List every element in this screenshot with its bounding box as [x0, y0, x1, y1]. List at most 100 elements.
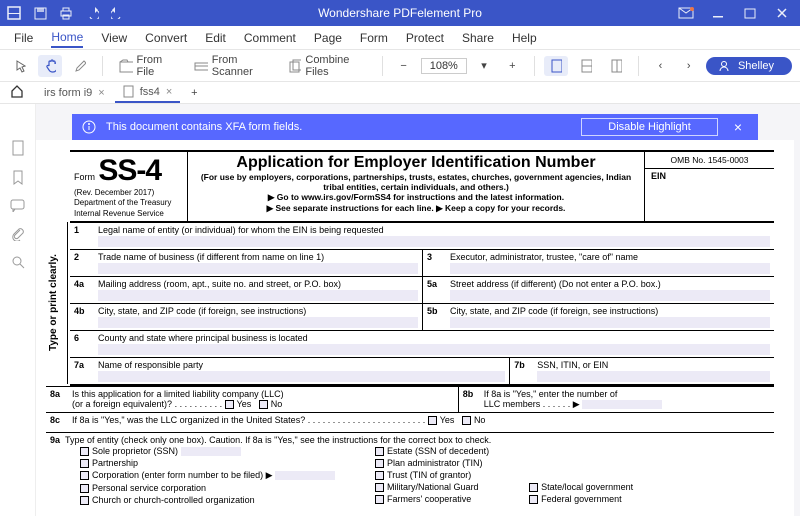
thumbnails-icon[interactable]	[11, 140, 25, 156]
line8a-text2: (or a foreign equivalent)?	[72, 399, 172, 409]
notice-close-icon[interactable]: ×	[728, 119, 748, 135]
entity-col-right: State/local government Federal governmen…	[529, 445, 633, 507]
checkbox-8c-yes[interactable]	[428, 416, 437, 425]
attachment-icon[interactable]	[11, 226, 24, 241]
menu-page[interactable]: Page	[314, 29, 342, 47]
redo-icon[interactable]	[108, 3, 128, 23]
separator	[638, 56, 639, 76]
line8b-text2: LLC members	[484, 399, 541, 409]
tab-label: fss4	[140, 86, 160, 98]
line5b-field[interactable]	[450, 317, 770, 328]
select-tool-icon[interactable]	[8, 56, 32, 76]
edit-tool-icon[interactable]	[68, 56, 92, 76]
chk-federal[interactable]	[529, 495, 538, 504]
close-icon[interactable]	[768, 3, 796, 23]
line7b-field[interactable]	[537, 371, 770, 382]
menu-view[interactable]: View	[101, 29, 127, 47]
line7a-field[interactable]	[98, 371, 505, 382]
from-file-button[interactable]: From File	[113, 51, 182, 81]
menu-share[interactable]: Share	[462, 29, 494, 47]
field-sole-ssn[interactable]	[181, 447, 241, 456]
form-dept2: Internal Revenue Service	[74, 210, 183, 219]
line4b-label: City, state, and ZIP code (if foreign, s…	[98, 306, 306, 316]
mail-icon[interactable]	[672, 3, 700, 23]
omb-number: OMB No. 1545-0003	[645, 152, 774, 169]
menu-comment[interactable]: Comment	[244, 29, 296, 47]
line4a-field[interactable]	[98, 290, 418, 301]
tab-close-icon[interactable]: ×	[166, 86, 172, 98]
search-icon[interactable]	[11, 255, 25, 269]
line6-field[interactable]	[98, 344, 770, 355]
line8b-field[interactable]	[582, 400, 662, 409]
tab-strip: irs form i9× fss4 × +	[0, 82, 800, 104]
chk-church[interactable]	[80, 496, 89, 505]
menu-protect[interactable]: Protect	[406, 29, 444, 47]
bookmark-icon[interactable]	[12, 170, 24, 185]
tab-fss4[interactable]: fss4 ×	[115, 82, 181, 103]
zoom-level[interactable]: 108%	[421, 58, 467, 74]
menu-help[interactable]: Help	[512, 29, 537, 47]
zoom-in-button[interactable]: +	[501, 57, 523, 75]
line4b-field[interactable]	[98, 317, 418, 328]
save-icon[interactable]	[30, 3, 50, 23]
chk-trust[interactable]	[375, 471, 384, 480]
undo-icon[interactable]	[82, 3, 102, 23]
separator	[102, 56, 103, 76]
checkbox-8a-no[interactable]	[259, 400, 268, 409]
menu-edit[interactable]: Edit	[205, 29, 226, 47]
checkbox-8c-no[interactable]	[462, 416, 471, 425]
notice-text: This document contains XFA form fields.	[106, 121, 302, 133]
from-scanner-button[interactable]: From Scanner	[188, 51, 277, 81]
line1-label: Legal name of entity (or individual) for…	[98, 225, 384, 235]
fit-page-icon[interactable]	[544, 56, 568, 76]
chk-farmer[interactable]	[375, 495, 384, 504]
minimize-icon[interactable]	[704, 3, 732, 23]
next-page-icon[interactable]: ›	[678, 57, 700, 75]
fit-height-icon[interactable]	[604, 56, 628, 76]
line8a-text1: Is this application for a limited liabil…	[72, 389, 284, 399]
chk-mil[interactable]	[375, 483, 384, 492]
chk-psc[interactable]	[80, 484, 89, 493]
menu-file[interactable]: File	[14, 29, 33, 47]
line7a-label: Name of responsible party	[98, 360, 203, 370]
form-subtitle3: ▶ See separate instructions for each lin…	[194, 203, 638, 214]
line1-field[interactable]	[98, 236, 770, 247]
from-scanner-label: From Scanner	[212, 54, 272, 78]
from-file-label: From File	[137, 54, 177, 78]
zoom-out-button[interactable]: −	[392, 57, 414, 75]
chk-state[interactable]	[529, 483, 538, 492]
line2-field[interactable]	[98, 263, 418, 274]
tab-close-icon[interactable]: ×	[98, 87, 104, 99]
chk-sole[interactable]	[80, 447, 89, 456]
chk-partnership[interactable]	[80, 459, 89, 468]
line8b-text1: If 8a is "Yes," enter the number of	[484, 389, 618, 399]
chk-estate[interactable]	[375, 447, 384, 456]
disable-highlight-button[interactable]: Disable Highlight	[581, 118, 718, 136]
combine-button[interactable]: Combine Files	[283, 51, 371, 81]
print-icon[interactable]	[56, 3, 76, 23]
line9a-lead: Type of entity (check only one box). Cau…	[65, 435, 491, 445]
user-pill[interactable]: Shelley	[706, 57, 792, 75]
prev-page-icon[interactable]: ‹	[649, 57, 671, 75]
fit-width-icon[interactable]	[574, 56, 598, 76]
line3-label: Executor, administrator, trustee, "care …	[450, 252, 638, 262]
home-icon[interactable]	[10, 84, 24, 98]
menu-home[interactable]: Home	[51, 28, 83, 48]
maximize-icon[interactable]	[736, 3, 764, 23]
hand-tool-icon[interactable]	[38, 55, 62, 77]
form-title: Application for Employer Identification …	[194, 154, 638, 172]
line5a-field[interactable]	[450, 290, 770, 301]
line3-field[interactable]	[450, 263, 770, 274]
checkbox-8a-yes[interactable]	[225, 400, 234, 409]
tab-irs-form-i9[interactable]: irs form i9×	[36, 82, 113, 103]
comment-icon[interactable]	[10, 199, 25, 212]
zoom-dropdown-icon[interactable]: ▾	[473, 56, 495, 75]
menu-convert[interactable]: Convert	[145, 29, 187, 47]
combine-label: Combine Files	[305, 54, 365, 78]
line6-label: County and state where principal busines…	[98, 333, 308, 343]
new-tab-icon[interactable]: +	[182, 84, 206, 102]
menu-form[interactable]: Form	[360, 29, 388, 47]
chk-corp[interactable]	[80, 471, 89, 480]
chk-plan[interactable]	[375, 459, 384, 468]
field-corp-form[interactable]	[275, 471, 335, 480]
